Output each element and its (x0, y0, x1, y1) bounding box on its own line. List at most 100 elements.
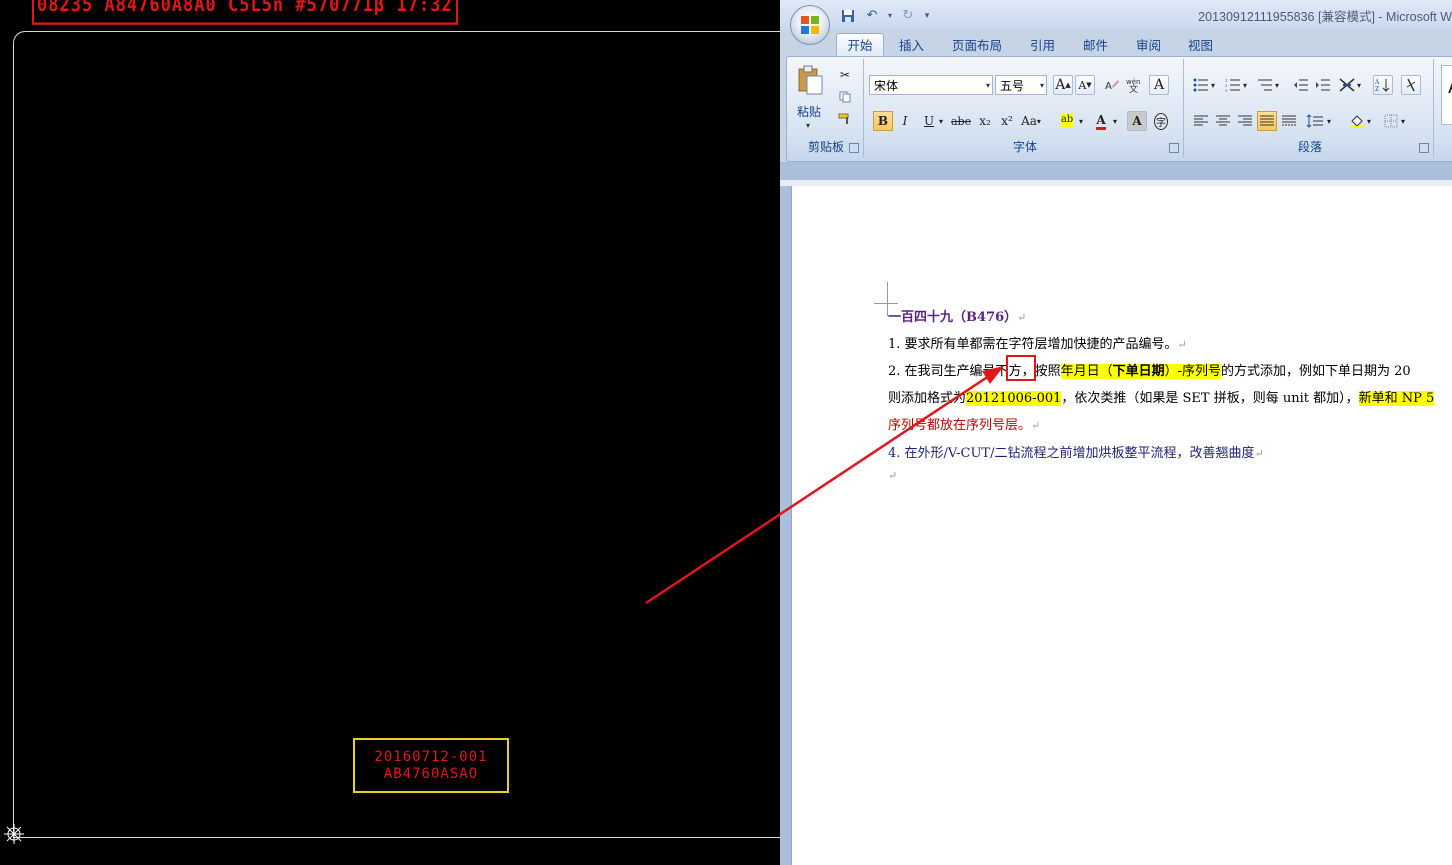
superscript-button[interactable]: x² (997, 111, 1017, 131)
paragraph-group-label: 段落 (1297, 140, 1322, 154)
svg-text:3: 3 (1225, 88, 1228, 92)
decrease-indent-icon[interactable] (1291, 75, 1311, 95)
justify-icon[interactable] (1257, 111, 1277, 131)
clipboard-group: 粘贴 ▾ ✂ 剪贴板 (789, 59, 864, 157)
change-case-button[interactable]: Aa ▾ (1021, 111, 1041, 131)
undo-dropdown-icon[interactable]: ▾ (886, 7, 894, 24)
grow-font-button[interactable]: A ▲ (1053, 75, 1073, 95)
increase-indent-icon[interactable] (1313, 75, 1333, 95)
paste-dropdown-icon[interactable]: ▾ (806, 121, 810, 130)
distributed-icon[interactable] (1279, 111, 1299, 131)
cad-label-line1: 20160712-001 (374, 749, 488, 765)
highlight-dropdown-icon[interactable]: ▾ (1077, 111, 1085, 131)
bold-button[interactable]: B (873, 111, 893, 131)
show-formatting-marks-icon[interactable] (1401, 75, 1421, 95)
paste-icon (798, 65, 823, 95)
clipboard-dialog-launcher-icon[interactable] (849, 143, 859, 153)
doc-line-1: 1. 要求所有单都需在字符层增加快捷的产品编号。↵ (888, 337, 1187, 352)
origin-crosshair-icon (4, 824, 24, 844)
borders-dropdown-icon[interactable]: ▾ (1399, 111, 1407, 131)
numbering-icon[interactable]: 123 (1223, 75, 1243, 95)
tab-insert[interactable]: 插入 (899, 35, 924, 54)
bullets-dropdown-icon[interactable]: ▾ (1209, 75, 1217, 95)
cut-icon[interactable]: ✂ (835, 65, 855, 85)
doc-line-4: 序列号都放在序列号层。↵ (888, 418, 1041, 433)
paragraph-dialog-launcher-icon[interactable] (1419, 143, 1429, 153)
chinese-layout-dropdown-icon[interactable]: ▾ (1355, 75, 1363, 95)
board-outline (13, 31, 780, 838)
strikethrough-button[interactable]: abe (951, 111, 971, 131)
svg-text:A: A (1105, 81, 1112, 92)
align-center-icon[interactable] (1213, 111, 1233, 131)
doc-line-3: 则添加格式为20121006-001，依次类推（如果是 SET 拼板，则每 un… (888, 391, 1435, 406)
phonetic-guide-icon[interactable]: wén 文 (1125, 75, 1145, 95)
doc-heading: 一百四十九（B476）↵ (888, 310, 1027, 325)
cad-product-label-box: 20160712-001 AB4760ASAO (353, 738, 509, 793)
shrink-font-button[interactable]: A ▼ (1075, 75, 1095, 95)
office-logo-icon (801, 16, 819, 34)
cad-viewer[interactable]: 08235 A84760A8A0 C5L5n #570771β 17:32 20… (0, 0, 780, 865)
document-page[interactable]: 一百四十九（B476）↵ 1. 要求所有单都需在字符层增加快捷的产品编号。↵ 2… (791, 186, 1452, 865)
redo-icon[interactable]: ↻ (898, 7, 918, 24)
ribbon-tabs: 开始 插入 页面布局 引用 邮件 审阅 视图 (780, 30, 1452, 58)
sort-icon[interactable]: AZ (1373, 75, 1393, 95)
customize-qat-icon[interactable]: ▾ (922, 7, 932, 24)
office-button[interactable] (790, 5, 830, 45)
cad-job-banner: 08235 A84760A8A0 C5L5n #570771β 17:32 (32, 0, 458, 25)
italic-button[interactable]: I (895, 111, 915, 131)
align-right-icon[interactable] (1235, 111, 1255, 131)
font-size-combo[interactable]: 五号 ▾ (995, 75, 1047, 95)
ribbon: 粘贴 ▾ ✂ 剪贴板 宋体 ▾ 五号 ▾ A ▲ A ▼ A wén 文 A B… (786, 56, 1452, 162)
numbering-dropdown-icon[interactable]: ▾ (1241, 75, 1249, 95)
paste-label: 粘贴 (797, 105, 822, 119)
multilevel-list-icon[interactable] (1255, 75, 1275, 95)
highlight-button[interactable]: ab (1057, 111, 1077, 131)
svg-text:文: 文 (1129, 83, 1138, 93)
tab-view[interactable]: 视图 (1188, 35, 1213, 54)
doc-line-5: 4. 在外形/V-CUT/二钻流程之前增加烘板整平流程，改善翘曲度↵ (888, 446, 1264, 461)
character-border-button[interactable]: A (1149, 75, 1169, 95)
line-spacing-icon[interactable] (1305, 111, 1325, 131)
save-icon[interactable] (838, 7, 858, 24)
clear-formatting-icon[interactable]: A (1102, 75, 1122, 95)
underline-dropdown-icon[interactable]: ▾ (937, 111, 945, 131)
undo-icon[interactable]: ↶ (862, 7, 882, 24)
format-painter-icon[interactable] (835, 109, 855, 129)
font-group-label: 字体 (1012, 140, 1037, 154)
tab-home[interactable]: 开始 (836, 33, 884, 58)
shading-icon[interactable] (1347, 111, 1367, 131)
align-left-icon[interactable] (1191, 111, 1211, 131)
styles-group: A (1437, 59, 1452, 157)
borders-icon[interactable] (1381, 111, 1401, 131)
font-name-combo[interactable]: 宋体 ▾ (869, 75, 993, 95)
font-group: 宋体 ▾ 五号 ▾ A ▲ A ▼ A wén 文 A B I U ▾ abe x₂ x²… (867, 59, 1184, 157)
word-window: ↶ ▾ ↻ ▾ 20130912111955836 [兼容模式] - Micro… (780, 0, 1452, 865)
tab-page-layout[interactable]: 页面布局 (952, 35, 1002, 54)
font-color-dropdown-icon[interactable]: ▾ (1111, 111, 1119, 131)
svg-text:Z: Z (1375, 86, 1379, 92)
multilevel-dropdown-icon[interactable]: ▾ (1273, 75, 1281, 95)
line-spacing-dropdown-icon[interactable]: ▾ (1325, 111, 1333, 131)
style-preview-tile[interactable]: A (1441, 65, 1452, 125)
tab-review[interactable]: 审阅 (1136, 35, 1161, 54)
quick-access-toolbar: ↶ ▾ ↻ ▾ (838, 7, 932, 24)
underline-button[interactable]: U (919, 111, 939, 131)
window-title: 20130912111955836 [兼容模式] - Microsoft W (1198, 10, 1452, 24)
tab-references[interactable]: 引用 (1030, 35, 1055, 54)
shading-dropdown-icon[interactable]: ▾ (1365, 111, 1373, 131)
svg-text:A: A (1375, 79, 1380, 86)
copy-icon[interactable] (835, 87, 855, 107)
page-corner-mark (874, 303, 898, 304)
font-dialog-launcher-icon[interactable] (1169, 143, 1179, 153)
callout-box (1006, 355, 1036, 381)
doc-empty-para: ↵ (888, 469, 898, 482)
tab-mailings[interactable]: 邮件 (1083, 35, 1108, 54)
character-shading-button[interactable]: A (1127, 111, 1147, 131)
paste-button[interactable]: 粘贴 ▾ (795, 63, 825, 133)
chinese-layout-icon[interactable] (1337, 75, 1357, 95)
subscript-button[interactable]: x₂ (975, 111, 995, 131)
enclose-characters-button[interactable]: 字 (1151, 111, 1171, 131)
bullets-icon[interactable] (1191, 75, 1211, 95)
doc-line-2: 2. 在我司生产编号下方，按照年月日（下单日期）-序列号的方式添加，例如下单日期… (888, 364, 1411, 379)
font-color-button[interactable]: A (1091, 111, 1111, 131)
